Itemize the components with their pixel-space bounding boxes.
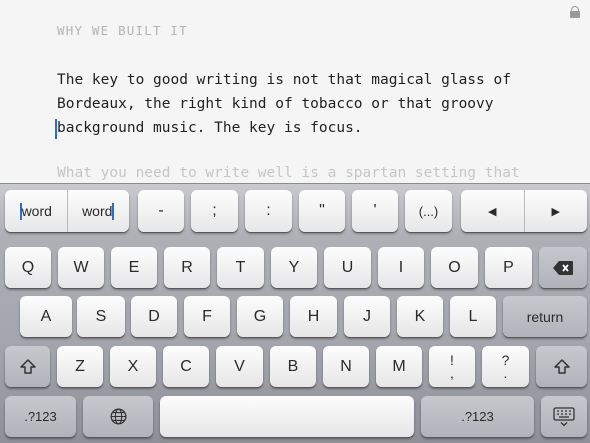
- key-g[interactable]: G: [237, 296, 283, 337]
- key-exclamation-comma[interactable]: ! ,: [429, 346, 475, 387]
- shift-icon: [553, 358, 570, 374]
- key-p[interactable]: P: [485, 247, 532, 288]
- section-heading: WHY WE BUILT IT: [57, 23, 188, 38]
- paragraph-line: Bordeaux, the right kind of tobacco or t…: [57, 96, 494, 112]
- key-i[interactable]: I: [378, 247, 424, 288]
- word-right-button[interactable]: word: [66, 190, 130, 232]
- return-key[interactable]: return: [503, 296, 587, 337]
- editor-area[interactable]: WHY WE BUILT IT The key to good writing …: [0, 0, 590, 186]
- key-y[interactable]: Y: [271, 247, 317, 288]
- space-bar[interactable]: [160, 396, 414, 437]
- arrow-right-button[interactable]: ▶: [523, 190, 588, 232]
- key-h[interactable]: H: [290, 296, 337, 337]
- arrow-right-icon: ▶: [551, 205, 560, 218]
- key-bottom-label: .: [503, 364, 508, 381]
- semicolon-key[interactable]: ;: [191, 190, 238, 232]
- single-quote-key[interactable]: ': [352, 190, 398, 232]
- parentheses-key[interactable]: (...): [405, 190, 452, 232]
- key-t[interactable]: T: [217, 247, 264, 288]
- key-x[interactable]: X: [110, 346, 156, 387]
- key-u[interactable]: U: [324, 247, 371, 288]
- backspace-icon: [553, 260, 573, 275]
- key-o[interactable]: O: [431, 247, 478, 288]
- faded-next-line: What you need to write well is a spartan…: [57, 165, 520, 181]
- key-r[interactable]: R: [164, 247, 210, 288]
- keyboard-hide-icon: [553, 406, 575, 426]
- numbers-right-key[interactable]: .?123: [421, 396, 534, 437]
- key-question-period[interactable]: ? .: [482, 346, 529, 387]
- key-w[interactable]: W: [58, 247, 104, 288]
- key-v[interactable]: V: [216, 346, 263, 387]
- double-quote-key[interactable]: ": [299, 190, 345, 232]
- body-paragraph[interactable]: The key to good writing is not that magi…: [55, 68, 577, 140]
- hide-keyboard-key[interactable]: [541, 396, 587, 437]
- key-a[interactable]: A: [20, 296, 72, 337]
- key-s[interactable]: S: [77, 296, 125, 337]
- dash-key[interactable]: -: [138, 190, 184, 232]
- key-m[interactable]: M: [376, 346, 422, 387]
- paragraph-line: The key to good writing is not that magi…: [57, 72, 511, 88]
- key-e[interactable]: E: [111, 247, 157, 288]
- key-f[interactable]: F: [184, 296, 230, 337]
- numbers-left-key[interactable]: .?123: [5, 396, 76, 437]
- key-j[interactable]: J: [344, 296, 390, 337]
- word-navigation-group: word word: [5, 190, 129, 232]
- arrow-left-button[interactable]: ◀: [461, 190, 524, 232]
- key-z[interactable]: Z: [57, 346, 103, 387]
- shift-right-key[interactable]: [536, 346, 587, 387]
- text-caret: [55, 119, 57, 139]
- cursor-arrow-group: ◀ ▶: [461, 190, 587, 232]
- key-n[interactable]: N: [323, 346, 369, 387]
- lock-icon[interactable]: [570, 6, 580, 18]
- colon-key[interactable]: :: [245, 190, 292, 232]
- key-q[interactable]: Q: [5, 247, 51, 288]
- globe-icon: [110, 408, 126, 425]
- globe-key[interactable]: [83, 396, 153, 437]
- onscreen-keyboard: word word - ; : " ' (...) ◀ ▶ Q W E R T …: [0, 183, 590, 443]
- paragraph-line: background music. The key is focus.: [57, 120, 363, 136]
- backspace-key[interactable]: [539, 247, 587, 288]
- key-l[interactable]: L: [450, 296, 496, 337]
- arrow-left-icon: ◀: [488, 205, 497, 218]
- key-c[interactable]: C: [163, 346, 209, 387]
- key-d[interactable]: D: [131, 296, 177, 337]
- shift-icon: [19, 358, 36, 374]
- key-b[interactable]: B: [270, 346, 316, 387]
- key-bottom-label: ,: [450, 364, 454, 381]
- key-k[interactable]: K: [397, 296, 443, 337]
- shift-left-key[interactable]: [5, 346, 50, 387]
- word-left-button[interactable]: word: [5, 190, 67, 232]
